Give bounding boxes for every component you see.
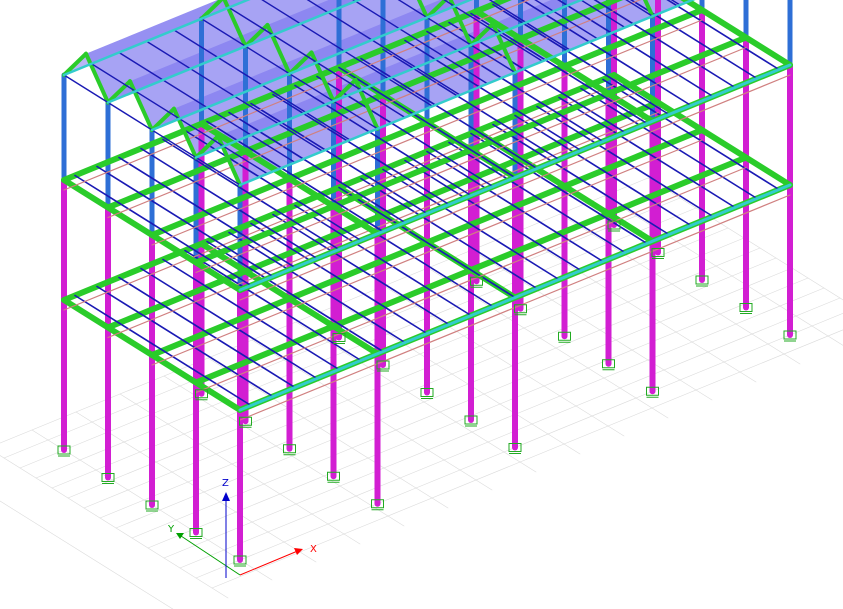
- grid-line: [471, 249, 713, 401]
- secondary-beam: [470, 132, 648, 245]
- grid-line: [559, 213, 801, 365]
- structure-3d-view[interactable]: X Y Z: [0, 0, 843, 609]
- secondary-beam: [558, 96, 736, 209]
- grid-line: [0, 177, 649, 444]
- grid-line: [211, 329, 843, 589]
- y-axis-label: Y: [167, 524, 175, 535]
- secondary-beam: [360, 177, 538, 290]
- model-viewport[interactable]: X Y Z: [0, 0, 843, 609]
- grid-line: [383, 285, 625, 437]
- secondary-beam: [118, 276, 296, 389]
- secondary-beam: [74, 294, 252, 407]
- grid-line: [163, 287, 825, 559]
- x-axis-label: X: [310, 544, 317, 555]
- x-axis-arrow: [239, 549, 301, 576]
- grid-line: [427, 267, 669, 419]
- secondary-beam: [602, 78, 780, 191]
- grid-line: [515, 231, 757, 383]
- z-axis-label: Z: [222, 478, 229, 489]
- grid-line: [179, 297, 841, 569]
- z-axis-arrowhead: [222, 492, 230, 501]
- grid-line: [0, 500, 174, 609]
- grid-line: [603, 195, 843, 346]
- secondary-beam: [206, 240, 384, 353]
